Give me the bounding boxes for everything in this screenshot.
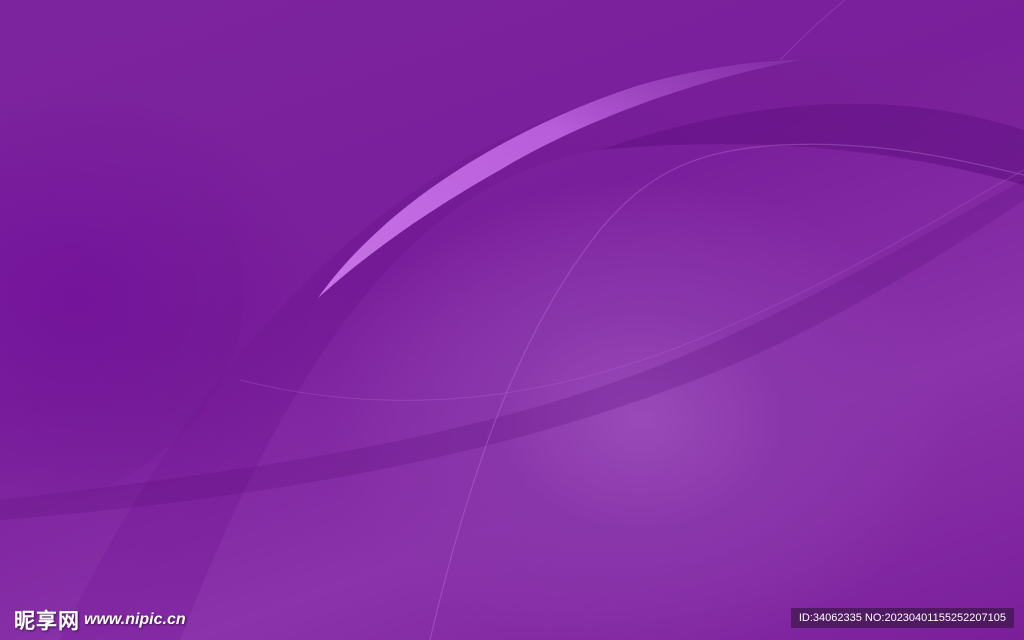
nipic-watermark: 昵享网 www.nipic.cn [14,606,186,634]
wave-line-3 [779,0,846,61]
wallpaper-canvas: 昵享网 www.nipic.cn ID:34062335 NO:20230401… [0,0,1024,640]
wave-line-1 [429,143,1024,640]
watermark-url: www.nipic.cn [84,611,186,628]
image-id-label: ID:34062335 NO:20230401155252207105 [790,608,1014,628]
watermark-brand: 昵享网 [14,609,80,633]
abstract-wave-graphic [0,0,1024,640]
